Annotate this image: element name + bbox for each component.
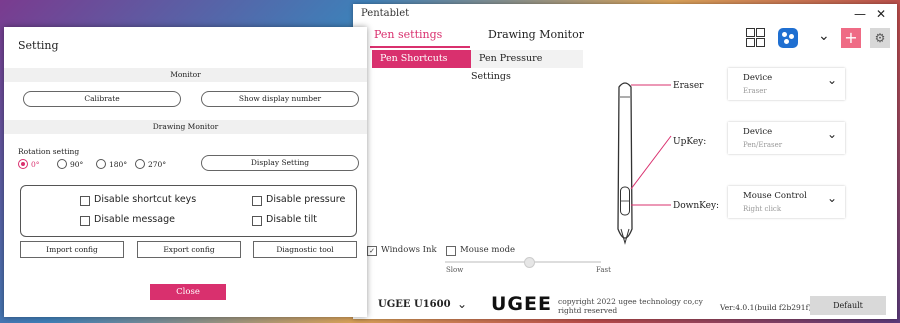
- rotation-90-label: 90°: [70, 160, 84, 169]
- slider-slow-label: Slow: [446, 266, 464, 274]
- show-display-number-button[interactable]: Show display number: [201, 91, 359, 107]
- dropdown-value: Eraser: [743, 87, 767, 95]
- eraser-key-dropdown[interactable]: Device Eraser ⌄: [728, 68, 845, 100]
- chevron-down-icon: ⌄: [826, 73, 837, 87]
- grid-view-icon[interactable]: [746, 28, 766, 48]
- minimize-button[interactable]: —: [853, 7, 867, 21]
- version-text: Ver:4.0.1(build f2b291f): [720, 303, 812, 312]
- add-button[interactable]: +: [841, 28, 861, 48]
- disable-pressure-label: Disable pressure: [266, 194, 346, 205]
- close-dialog-button[interactable]: Close: [150, 284, 226, 300]
- rotation-180-label: 180°: [109, 160, 128, 169]
- import-config-button[interactable]: Import config: [20, 241, 124, 258]
- downkey-dropdown[interactable]: Mouse Control Right click ⌄: [728, 186, 845, 218]
- rotation-setting-label: Rotation setting: [18, 147, 80, 156]
- mouse-mode-label: Mouse mode: [460, 245, 516, 255]
- drawing-monitor-section-header: Drawing Monitor: [4, 120, 367, 134]
- chevron-down-icon: ⌄: [826, 127, 837, 141]
- footer-bar: UGEE U1600 ⌄ UGEE copyright 2022 ugee te…: [353, 291, 897, 319]
- chevron-down-icon: ⌄: [826, 191, 837, 205]
- app-logo-icon[interactable]: [778, 28, 798, 48]
- rotation-270-radio[interactable]: [135, 159, 145, 169]
- close-window-button[interactable]: ✕: [874, 7, 888, 21]
- speed-slider-thumb[interactable]: [524, 257, 535, 268]
- rotation-180-radio[interactable]: [96, 159, 106, 169]
- rotation-0-radio[interactable]: [18, 159, 28, 169]
- windows-ink-checkbox[interactable]: ✓: [367, 246, 377, 256]
- diagnostic-tool-button[interactable]: Diagnostic tool: [253, 241, 357, 258]
- monitor-section-header: Monitor: [4, 68, 367, 82]
- downkey-label: DownKey:: [673, 201, 720, 211]
- dropdown-value: Right click: [743, 205, 782, 213]
- calibrate-button[interactable]: Calibrate: [23, 91, 181, 107]
- device-model-name: UGEE U1600: [378, 299, 451, 310]
- rotation-270-label: 270°: [148, 160, 167, 169]
- ugee-logo: UGEE: [491, 293, 552, 315]
- dialog-title: Setting: [18, 39, 59, 52]
- mouse-mode-checkbox[interactable]: [446, 246, 456, 256]
- dropdown-category: Mouse Control: [743, 191, 807, 201]
- chevron-down-icon[interactable]: ⌄: [818, 28, 830, 44]
- display-setting-button[interactable]: Display Setting: [201, 155, 359, 171]
- copyright-text: copyright 2022 ugee technology co,cy rig…: [558, 297, 703, 315]
- subtab-pen-shortcuts[interactable]: Pen Shortcuts: [372, 50, 472, 68]
- pentablet-window: Pentablet — ✕ Pen settings Drawing Monit…: [353, 4, 897, 319]
- dropdown-category: Device: [743, 127, 773, 137]
- tab-pen-settings[interactable]: Pen settings: [374, 28, 442, 41]
- disable-tilt-checkbox[interactable]: [252, 216, 262, 226]
- upkey-label: UpKey:: [673, 137, 707, 147]
- windows-ink-label: Windows Ink: [381, 245, 437, 255]
- key-pointer-lines: [630, 84, 672, 206]
- disable-tilt-label: Disable tilt: [266, 214, 317, 225]
- default-button[interactable]: Default: [810, 296, 886, 315]
- tab-drawing-monitor[interactable]: Drawing Monitor: [488, 28, 584, 41]
- dropdown-value: Pen/Eraser: [743, 141, 783, 149]
- disable-pressure-checkbox[interactable]: [252, 196, 262, 206]
- device-model-select[interactable]: UGEE U1600 ⌄: [373, 296, 475, 314]
- slider-fast-label: Fast: [596, 266, 611, 274]
- disable-shortcut-keys-label: Disable shortcut keys: [94, 194, 197, 205]
- disable-message-label: Disable message: [94, 214, 175, 225]
- speed-slider-track[interactable]: [445, 261, 601, 263]
- main-tabs: Pen settings Drawing Monitor: [353, 26, 897, 50]
- title-bar: Pentablet — ✕: [353, 4, 897, 26]
- rotation-90-radio[interactable]: [57, 159, 67, 169]
- disable-shortcut-keys-checkbox[interactable]: [80, 196, 90, 206]
- gear-icon[interactable]: ⚙: [870, 28, 890, 48]
- rotation-0-label: 0°: [31, 160, 40, 169]
- subtab-pen-pressure-settings[interactable]: Pen Pressure Settings: [471, 50, 583, 82]
- export-config-button[interactable]: Export config: [137, 241, 241, 258]
- dropdown-category: Device: [743, 73, 773, 83]
- eraser-key-label: Eraser: [673, 81, 704, 91]
- active-tab-indicator: [370, 46, 470, 48]
- disable-message-checkbox[interactable]: [80, 216, 90, 226]
- chevron-down-icon: ⌄: [457, 297, 468, 311]
- setting-dialog: Setting Monitor Calibrate Show display n…: [4, 27, 367, 317]
- options-group: Disable shortcut keys Disable pressure D…: [20, 185, 357, 237]
- app-title: Pentablet: [361, 8, 410, 19]
- upkey-dropdown[interactable]: Device Pen/Eraser ⌄: [728, 122, 845, 154]
